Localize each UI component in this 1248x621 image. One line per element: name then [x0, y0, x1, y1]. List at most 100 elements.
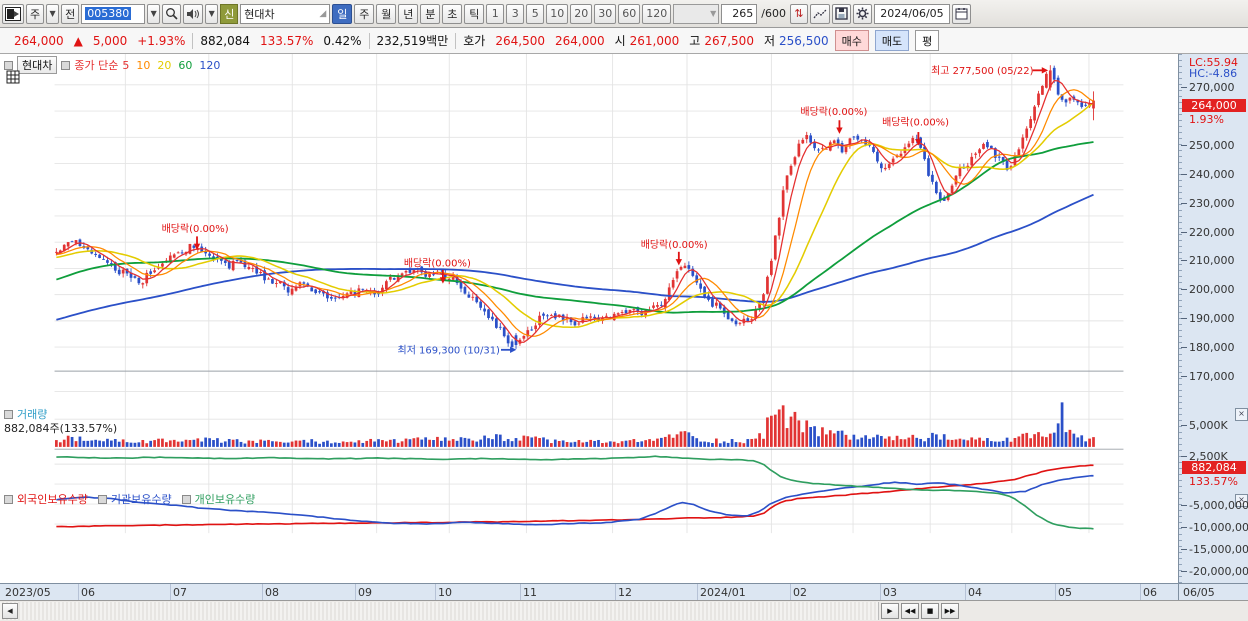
price-change-pct: +1.93% [137, 33, 186, 48]
interval-button-20[interactable]: 20 [570, 3, 593, 24]
stock-chart-window: 주 ▼ 전 005380 ▼ ▼ 신 현대차 ◢ 일주월년분초틱 1 3 5 10 20 3… [0, 0, 1248, 621]
calendar-button[interactable] [951, 3, 971, 24]
shift-bars-button[interactable]: ⇅ [789, 3, 808, 24]
sound-dropdown-icon[interactable]: ▼ [205, 3, 219, 24]
low-label: 저 [763, 34, 775, 48]
interval-button-1[interactable]: 1 [486, 3, 505, 24]
period-tab-일[interactable]: 일 [332, 3, 353, 24]
new-badge: 신 [220, 3, 239, 24]
volume-tick-5,000K: 5,000K [1181, 419, 1228, 432]
grid-icon [6, 70, 20, 84]
price-tick-200,000: 200,000 [1181, 283, 1235, 297]
period-tab-분[interactable]: 분 [420, 3, 441, 24]
up-arrow-icon: ▲ [73, 33, 83, 48]
quote-row: 264,000 ▲ 5,000 +1.93% 882,084 133.57% 0… [0, 28, 1248, 54]
time-tick [1055, 584, 1056, 600]
period-tab-월[interactable]: 월 [376, 3, 397, 24]
time-label-2023/05: 2023/05 [5, 586, 51, 599]
fast-forward-button[interactable]: ▶▶ [941, 603, 959, 619]
svg-text:최저 169,300 (10/31): 최저 169,300 (10/31) [398, 344, 501, 356]
prev-button[interactable]: 전 [61, 3, 80, 24]
volume-tick-2,500K: 2,500K [1181, 449, 1228, 463]
interval-button-10[interactable]: 10 [546, 3, 569, 24]
interval-button-3[interactable]: 3 [506, 3, 525, 24]
scroll-left-button[interactable]: ◀ [2, 603, 18, 619]
svg-text:배당락(0.00%): 배당락(0.00%) [404, 257, 471, 269]
rewind-button[interactable]: ◀◀ [901, 603, 919, 619]
interval-button-60[interactable]: 60 [618, 3, 641, 24]
bar-count-input[interactable]: 265 [721, 3, 758, 24]
holdings-tick--20,000,000: -20,000,000 [1181, 565, 1248, 578]
quick-period-dropdown-icon[interactable]: ▼ [46, 3, 60, 24]
time-label-04: 04 [968, 586, 982, 599]
last-price: 264,000 [14, 33, 64, 48]
time-label-08: 08 [265, 586, 279, 599]
volume-value: 882,084 [200, 33, 251, 48]
quick-period-button[interactable]: 주 [26, 3, 45, 24]
current-price-pct: 1.93% [1189, 113, 1224, 126]
time-label-06: 06 [81, 586, 95, 599]
edit-grip-icon: ◢ [319, 8, 327, 19]
time-axis[interactable]: 06/05 2023/05 06 07 08 09 10 11 12 2024/01 02 03 04… [0, 583, 1248, 600]
calendar-icon [955, 8, 968, 20]
time-label-06: 06 [1143, 586, 1157, 599]
time-tick [170, 584, 171, 600]
time-label-05: 05 [1058, 586, 1072, 599]
time-tick [615, 584, 616, 600]
chart-scrollbar[interactable] [0, 602, 879, 620]
symbol-chip[interactable]: 현대차 [17, 56, 58, 74]
ma-period-5: 5 [122, 58, 130, 72]
legend-bullet [181, 494, 191, 504]
trade-value: 232,519백만 [376, 34, 449, 48]
volume-pane-close-icon[interactable]: × [1235, 408, 1248, 421]
holdings-tick--10,000,000: -10,000,000 [1181, 521, 1248, 534]
chart-panel-icon[interactable] [2, 3, 24, 24]
time-tick [790, 584, 791, 600]
current-volume-pct: 133.57% [1189, 475, 1238, 488]
grid-toggle-button[interactable] [6, 70, 20, 87]
sound-button[interactable] [183, 3, 204, 24]
interval-button-120[interactable]: 120 [642, 3, 672, 24]
price-axis[interactable]: LC:55.94 HC:-4.86 264,000 1.93% 882,084 … [1178, 54, 1248, 583]
stop-button[interactable]: ■ [921, 603, 939, 619]
date-input[interactable]: 2024/06/05 [873, 3, 950, 24]
current-volume-box: 882,084 [1182, 461, 1246, 474]
price-tick-170,000: 170,000 [1181, 370, 1235, 383]
code-dropdown-icon[interactable]: ▼ [147, 3, 161, 24]
interval-button-5[interactable]: 5 [526, 3, 545, 24]
ask-price: 264,500 [495, 33, 545, 48]
time-tick [880, 584, 881, 600]
time-axis-corner-label: 06/05 [1183, 586, 1215, 599]
open-label: 시 [614, 34, 626, 48]
period-tab-년[interactable]: 년 [398, 3, 419, 24]
ma-period-60: 60 [178, 58, 193, 72]
buy-button[interactable]: 매수 [834, 30, 869, 51]
empty-combo[interactable]: ▼ [673, 3, 720, 24]
price-tick-220,000: 220,000 [1181, 225, 1235, 239]
avg-button[interactable]: 평 [915, 30, 940, 51]
trendline-tool-button[interactable] [809, 3, 830, 24]
legend-bullet [4, 409, 13, 419]
top-toolbar: 주 ▼ 전 005380 ▼ ▼ 신 현대차 ◢ 일주월년분초틱 1 3 5 10 20 3… [0, 0, 1248, 28]
stock-code-input[interactable]: 005380 [81, 3, 146, 24]
bid-price: 264,000 [554, 33, 605, 48]
search-icon [166, 8, 178, 20]
holdings-legend-개인보유수량: 개인보유수량 [194, 493, 256, 506]
period-tab-초[interactable]: 초 [442, 3, 463, 24]
legend-bullet [97, 494, 107, 504]
ma-period-10: 10 [136, 58, 151, 72]
period-tab-틱[interactable]: 틱 [464, 3, 485, 24]
settings-button[interactable] [852, 3, 872, 24]
save-button[interactable] [831, 3, 851, 24]
high-label: 고 [689, 34, 701, 48]
interval-button-30[interactable]: 30 [594, 3, 617, 24]
stock-name-field[interactable]: 현대차 ◢ [240, 3, 331, 24]
low-price: 256,500 [779, 33, 829, 48]
play-button[interactable]: ▶ [881, 603, 899, 619]
search-button[interactable] [162, 3, 182, 24]
legend-bullet [4, 494, 13, 504]
high-price: 267,500 [704, 33, 754, 48]
period-tab-주[interactable]: 주 [354, 3, 375, 24]
open-price: 261,000 [629, 33, 680, 48]
sell-button[interactable]: 매도 [874, 30, 910, 51]
